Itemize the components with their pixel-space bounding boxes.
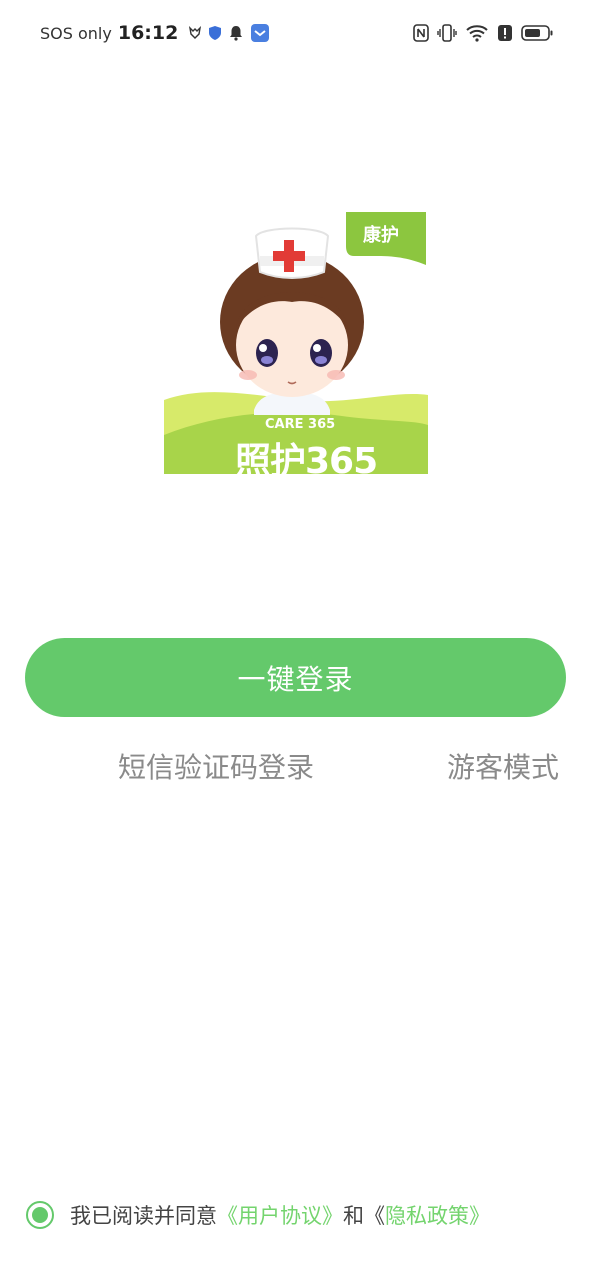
sms-login-link[interactable]: 短信验证码登录 [118, 746, 314, 790]
logo-brand-en: CARE 365 [265, 417, 336, 432]
agreement-row: 我已阅读并同意 《用户协议》 和 《 隐私政策》 [26, 1196, 490, 1234]
clock: 16:12 [117, 22, 179, 44]
privacy-open-bracket: 《 [364, 1204, 385, 1228]
shield-icon [208, 25, 222, 41]
app-logo: 康护 CARE 365 照护365 [164, 210, 428, 482]
check-dot-icon [32, 1207, 48, 1223]
vibrate-icon [437, 24, 457, 42]
one-tap-login-button[interactable]: 一键登录 [25, 638, 566, 717]
alert-icon [497, 24, 513, 42]
agreement-connector: 和 [343, 1204, 364, 1228]
battery-icon [521, 24, 553, 42]
logo-brand-cn: 照护365 [235, 441, 378, 482]
agreement-checkbox[interactable] [26, 1201, 54, 1229]
status-left: SOS only 16:12 [40, 22, 270, 44]
bell-icon [228, 25, 244, 41]
user-agreement-link[interactable]: 《用户协议》 [217, 1200, 343, 1230]
logo-tag: 康护 [363, 225, 399, 246]
app-icon [250, 23, 270, 43]
guest-mode-link[interactable]: 游客模式 [447, 746, 559, 790]
privacy-policy-link[interactable]: 隐私政策》 [385, 1200, 490, 1230]
status-right [413, 24, 553, 42]
nfc-icon [413, 24, 429, 42]
network-status: SOS only [40, 23, 112, 43]
wifi-icon [465, 24, 489, 42]
status-bar: SOS only 16:12 [0, 0, 591, 66]
agreement-prefix: 我已阅读并同意 [70, 1204, 217, 1228]
one-tap-login-label: 一键登录 [237, 662, 354, 696]
wolf-icon [188, 26, 202, 40]
